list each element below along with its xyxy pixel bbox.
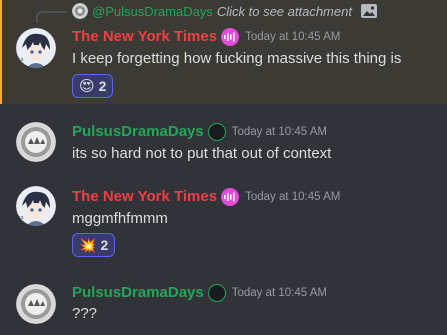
reply-preview[interactable]: @PulsusDramaDays Click to see attachment — [0, 0, 447, 24]
image-icon[interactable] — [360, 3, 378, 19]
avatar[interactable] — [16, 122, 56, 162]
timestamp[interactable]: Today at 10:45 AM — [232, 123, 327, 141]
message-pulsus-2[interactable]: PulsusDramaDays Today at 10:45 AM ??? — [0, 274, 447, 335]
message-content: ??? — [72, 305, 98, 322]
avatar[interactable]: ur. — [16, 186, 56, 226]
message-content: mggmfhfmmm — [72, 210, 168, 227]
collision-emoji-icon: 💥 — [79, 236, 97, 253]
avatar[interactable] — [16, 284, 56, 324]
svg-text:ur.: ur. — [19, 57, 25, 63]
author-name[interactable]: PulsusDramaDays — [72, 123, 204, 141]
reaction-count: 2 — [100, 237, 109, 253]
reply-avatar — [72, 3, 88, 19]
timestamp[interactable]: Today at 10:45 AM — [245, 28, 340, 46]
author-name[interactable]: PulsusDramaDays — [72, 284, 204, 302]
chat-log: @PulsusDramaDays Click to see attachment… — [0, 0, 447, 335]
author-name[interactable]: The New York Times — [72, 188, 217, 206]
svg-text:ur.: ur. — [19, 215, 25, 221]
reply-spine — [36, 11, 66, 23]
message-nyt-1[interactable]: @PulsusDramaDays Click to see attachment… — [0, 0, 447, 104]
timestamp[interactable]: Today at 10:45 AM — [232, 284, 327, 302]
heart-eyes-emoji-icon: 😍 — [79, 78, 95, 95]
timestamp[interactable]: Today at 10:45 AM — [245, 188, 340, 206]
avatar[interactable]: ur. — [16, 28, 56, 68]
message-content: I keep forgetting how fucking massive th… — [72, 50, 402, 67]
reaction-button[interactable]: 😍 2 — [72, 74, 114, 98]
message-pulsus-1[interactable]: PulsusDramaDays Today at 10:45 AM its so… — [0, 112, 447, 172]
message-content: its so hard not to put that out of conte… — [72, 145, 332, 162]
sound-wave-icon — [221, 28, 240, 46]
reply-author[interactable]: @PulsusDramaDays — [92, 4, 213, 19]
green-ring-icon — [207, 123, 226, 141]
sound-wave-icon — [221, 188, 240, 206]
message-nyt-2[interactable]: ur. The New York Times Today at 10:45 AM… — [0, 178, 447, 262]
author-name[interactable]: The New York Times — [72, 28, 217, 46]
green-ring-icon — [207, 284, 226, 302]
reaction-button[interactable]: 💥 2 — [72, 233, 116, 257]
reaction-count: 2 — [98, 78, 107, 94]
reply-text[interactable]: Click to see attachment — [217, 4, 352, 19]
